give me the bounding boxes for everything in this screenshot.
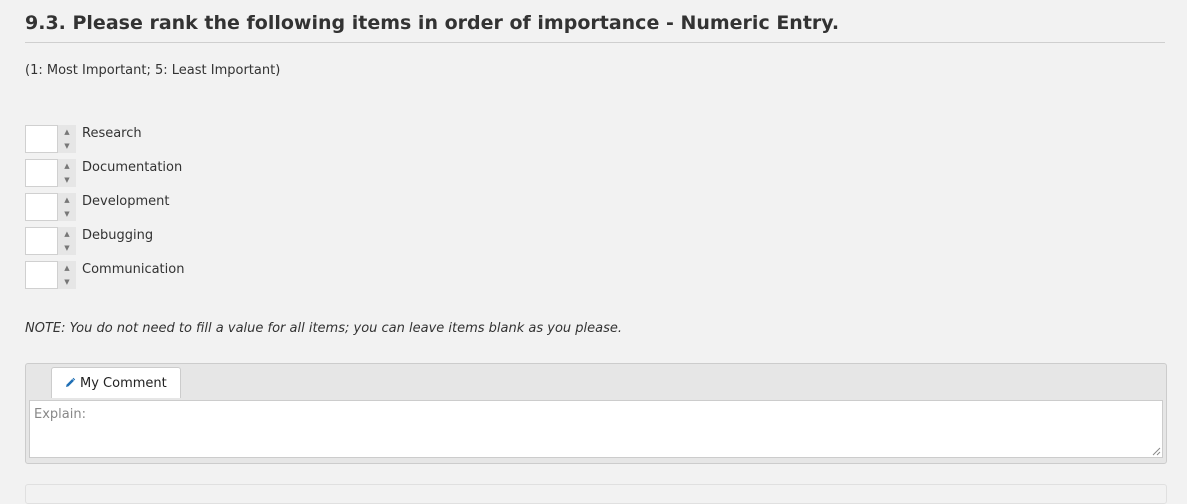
ranking-list: ▲ ▼ Research ▲ ▼ Documentation ▲ ▼ Devel…	[25, 125, 184, 295]
caret-down-icon[interactable]: ▼	[58, 275, 76, 289]
rank-input-debugging[interactable]	[25, 227, 58, 255]
rank-label-documentation: Documentation	[82, 160, 183, 175]
rank-row-communication: ▲ ▼ Communication	[25, 261, 184, 295]
tab-my-comment[interactable]: My Comment	[51, 367, 181, 398]
comment-panel: My Comment Explain:	[25, 363, 1167, 464]
caret-up-icon[interactable]: ▲	[58, 159, 76, 173]
ranking-scale-note: (1: Most Important; 5: Least Important)	[25, 63, 281, 78]
question-title: 9.3. Please rank the following items in …	[25, 12, 840, 34]
caret-up-icon[interactable]: ▲	[58, 261, 76, 275]
rank-spinner-development[interactable]: ▲ ▼	[58, 193, 76, 221]
caret-down-icon[interactable]: ▼	[58, 139, 76, 153]
rank-row-research: ▲ ▼ Research	[25, 125, 184, 159]
rank-input-research[interactable]	[25, 125, 58, 153]
rank-row-debugging: ▲ ▼ Debugging	[25, 227, 184, 261]
tab-my-comment-label: My Comment	[80, 375, 167, 391]
rank-label-development: Development	[82, 194, 170, 209]
caret-up-icon[interactable]: ▲	[58, 193, 76, 207]
next-section-panel	[25, 484, 1167, 504]
comment-textarea[interactable]: Explain:	[29, 400, 1163, 458]
caret-up-icon[interactable]: ▲	[58, 227, 76, 241]
caret-down-icon[interactable]: ▼	[58, 241, 76, 255]
rank-label-communication: Communication	[82, 262, 185, 277]
optional-entry-note: NOTE: You do not need to fill a value fo…	[25, 321, 623, 336]
caret-down-icon[interactable]: ▼	[58, 207, 76, 221]
rank-spinner-research[interactable]: ▲ ▼	[58, 125, 76, 153]
rank-spinner-communication[interactable]: ▲ ▼	[58, 261, 76, 289]
rank-spinner-documentation[interactable]: ▲ ▼	[58, 159, 76, 187]
rank-input-communication[interactable]	[25, 261, 58, 289]
rank-row-documentation: ▲ ▼ Documentation	[25, 159, 184, 193]
caret-up-icon[interactable]: ▲	[58, 125, 76, 139]
rank-input-documentation[interactable]	[25, 159, 58, 187]
pencil-icon	[66, 377, 76, 387]
caret-down-icon[interactable]: ▼	[58, 173, 76, 187]
rank-spinner-debugging[interactable]: ▲ ▼	[58, 227, 76, 255]
title-divider	[25, 42, 1165, 43]
rank-row-development: ▲ ▼ Development	[25, 193, 184, 227]
rank-input-development[interactable]	[25, 193, 58, 221]
rank-label-research: Research	[82, 126, 142, 141]
comment-placeholder: Explain:	[34, 407, 86, 422]
rank-label-debugging: Debugging	[82, 228, 154, 243]
resize-handle-icon[interactable]	[1152, 447, 1161, 456]
